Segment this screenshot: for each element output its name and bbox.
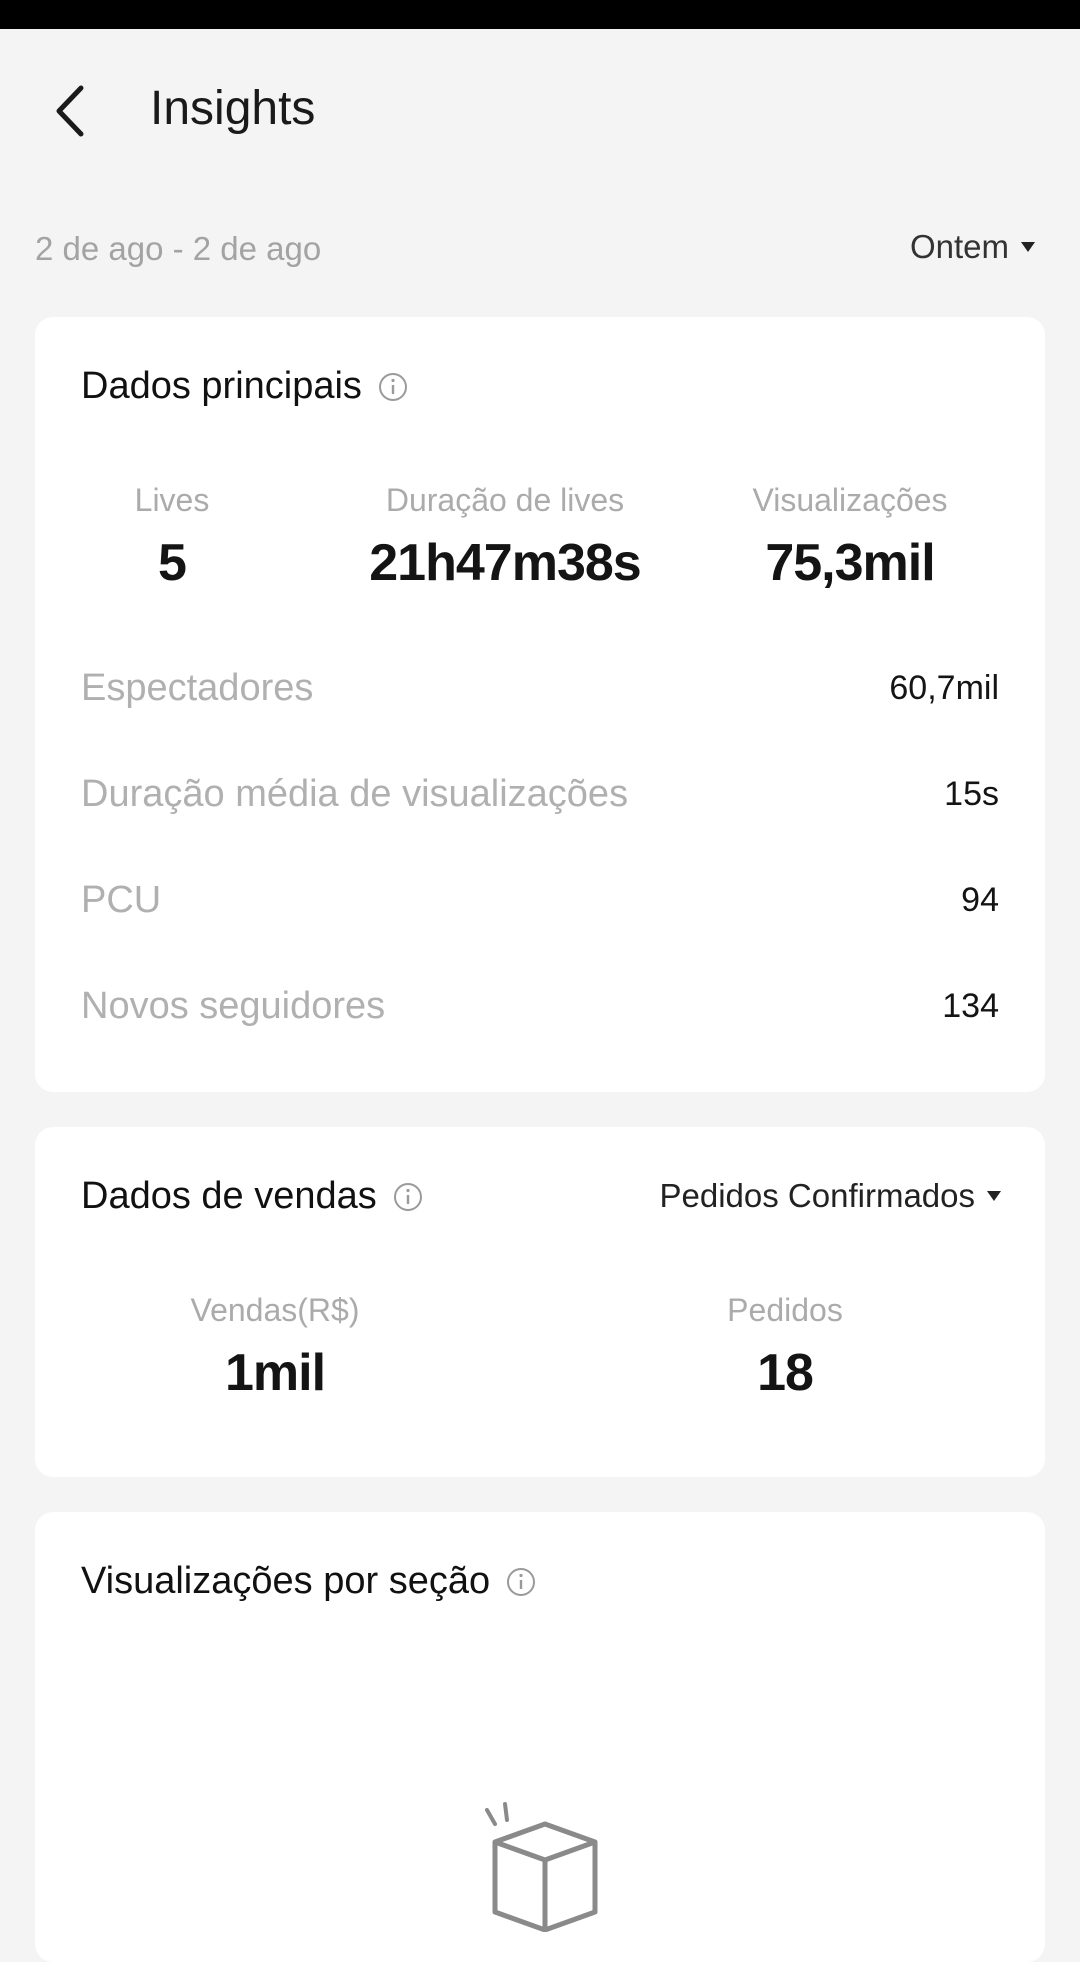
info-icon[interactable]	[393, 1182, 423, 1212]
stat-label: Duração média de visualizações	[81, 772, 629, 815]
sales-data-card: Dados de vendas Pedidos Confirmados Vend…	[35, 1127, 1045, 1477]
views-by-section-card: Visualizações por seção	[35, 1512, 1045, 1962]
empty-box-icon	[485, 1802, 598, 1932]
views-by-section-title-row: Visualizações por seção	[81, 1560, 536, 1603]
views-by-section-title: Visualizações por seção	[81, 1560, 491, 1602]
sales-filter-label: Pedidos Confirmados	[659, 1177, 976, 1214]
info-icon[interactable]	[506, 1567, 536, 1597]
period-dropdown[interactable]: Ontem	[910, 228, 1035, 266]
sales-data-title: Dados de vendas	[81, 1175, 377, 1217]
metric-sales: Vendas(R$) 1mil	[145, 1292, 405, 1403]
caret-down-icon	[1021, 242, 1035, 252]
metric-value: 21h47m38s	[369, 534, 641, 592]
stat-row-pcu: PCU 94	[81, 870, 999, 930]
stat-row-new-followers: Novos seguidores 134	[81, 976, 999, 1036]
main-data-title-row: Dados principais	[81, 365, 408, 408]
date-filter-row: 2 de ago - 2 de ago Ontem	[0, 220, 1080, 280]
stat-label: Espectadores	[81, 666, 314, 709]
main-data-card: Dados principais Lives 5 Duração de live…	[35, 317, 1045, 1092]
stat-label: Novos seguidores	[81, 984, 386, 1027]
metric-label: Visualizações	[752, 482, 948, 518]
stat-label: PCU	[81, 878, 162, 921]
main-data-title: Dados principais	[81, 365, 362, 407]
header: Insights	[0, 29, 1080, 189]
page-title: Insights	[150, 82, 316, 135]
metric-value: 5	[158, 534, 187, 592]
chevron-left-icon	[56, 85, 84, 137]
status-bar	[0, 0, 1080, 29]
stat-value: 94	[961, 880, 999, 919]
stat-value: 15s	[944, 774, 999, 813]
metric-lives: Lives 5	[77, 482, 267, 593]
stat-row-viewers: Espectadores 60,7mil	[81, 658, 999, 718]
caret-down-icon	[987, 1191, 1001, 1201]
stat-row-avg-view-duration: Duração média de visualizações 15s	[81, 764, 999, 824]
metric-label: Lives	[134, 482, 210, 518]
sales-data-title-row: Dados de vendas	[81, 1175, 423, 1218]
metric-value: 1mil	[224, 1344, 326, 1402]
period-dropdown-label: Ontem	[909, 228, 1009, 265]
metric-value: 75,3mil	[765, 534, 935, 592]
metric-label: Duração de lives	[385, 482, 625, 518]
back-button[interactable]	[40, 79, 100, 143]
metric-value: 18	[757, 1344, 814, 1402]
sales-filter-dropdown[interactable]: Pedidos Confirmados	[659, 1177, 1001, 1215]
metric-views: Visualizações 75,3mil	[695, 482, 1005, 593]
metric-live-duration: Duração de lives 21h47m38s	[315, 482, 695, 593]
stat-value: 134	[942, 986, 999, 1025]
info-icon[interactable]	[378, 372, 408, 402]
metric-orders: Pedidos 18	[655, 1292, 915, 1403]
metric-label: Pedidos	[727, 1292, 843, 1328]
date-range: 2 de ago - 2 de ago	[35, 230, 322, 267]
metric-label: Vendas(R$)	[190, 1292, 360, 1328]
stat-value: 60,7mil	[889, 668, 999, 707]
